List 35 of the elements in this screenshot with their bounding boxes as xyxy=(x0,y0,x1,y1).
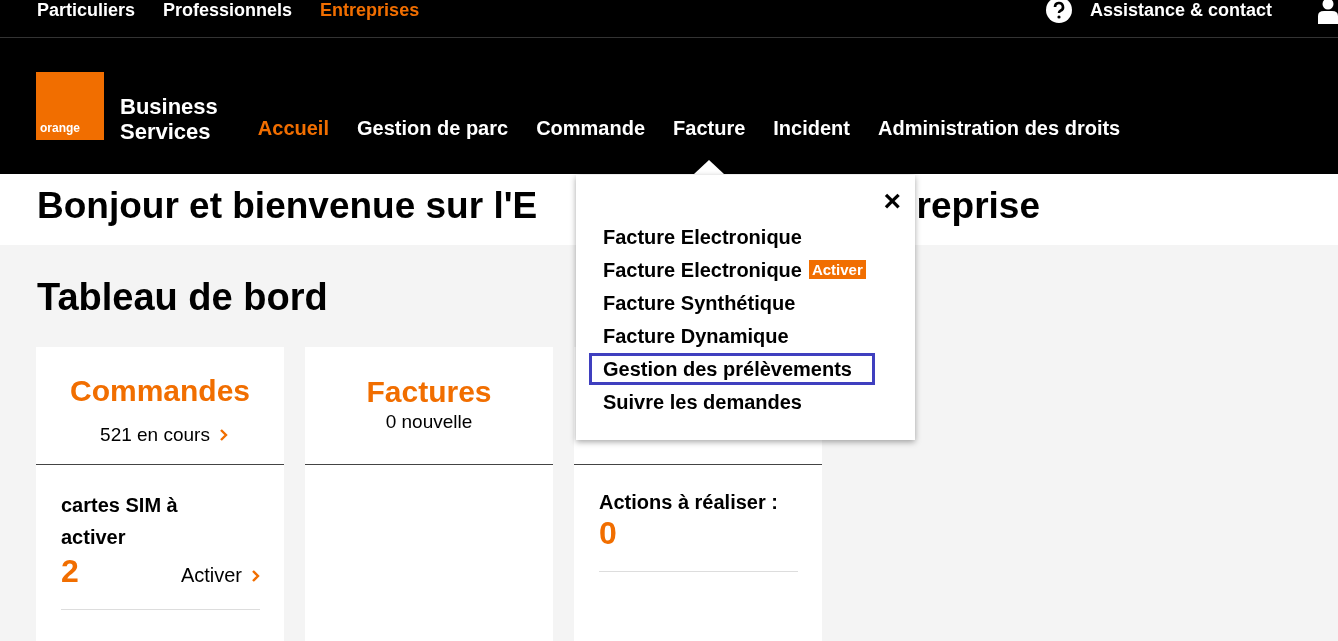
menu-item[interactable]: Facture Electronique xyxy=(589,220,808,253)
card-label: Actions à réaliser : xyxy=(599,490,779,515)
user-icon[interactable] xyxy=(1318,0,1338,24)
menu-item[interactable]: Suivre les demandes xyxy=(589,385,808,418)
brand-name: Business xyxy=(120,94,218,119)
menu-item[interactable]: Facture Electronique xyxy=(589,253,808,286)
card-title: Factures xyxy=(366,374,492,410)
segment-link[interactable]: Particuliers xyxy=(37,0,136,20)
help-link[interactable]: Assistance & contact xyxy=(1089,0,1272,20)
menu-item[interactable]: Facture Dynamique xyxy=(589,319,795,352)
activate-link[interactable]: Activer xyxy=(180,564,260,587)
nav-item[interactable]: Administration des droits xyxy=(877,116,1121,140)
welcome-title: reprise xyxy=(916,184,1040,228)
nav-item[interactable]: Facture xyxy=(673,116,746,140)
segment-link[interactable]: Professionnels xyxy=(163,0,293,20)
card-count: 0 xyxy=(599,515,617,551)
segment-link[interactable]: Entreprises xyxy=(320,0,420,20)
welcome-title: Bonjour et bienvenue sur l'E xyxy=(37,184,538,228)
card-label: cartes SIM à activer xyxy=(61,493,179,550)
nav-item[interactable]: Gestion de parc xyxy=(357,116,509,140)
count-link[interactable]: 521 en cours xyxy=(100,423,228,447)
card-title: Commandes xyxy=(69,373,250,409)
card-subtitle: 0 nouvelle xyxy=(385,410,473,434)
menu-item[interactable]: Facture Synthétique xyxy=(589,286,802,319)
close-button[interactable]: × xyxy=(883,188,901,214)
nav-item[interactable]: Accueil xyxy=(257,116,329,140)
chevron-right-icon xyxy=(252,569,260,582)
brand-name: Services xyxy=(120,119,212,144)
help-icon[interactable] xyxy=(1045,0,1072,23)
logo-text: orange xyxy=(40,122,80,135)
nav-item[interactable]: Incident xyxy=(773,116,850,140)
dashboard-title: Tableau de bord xyxy=(37,275,328,319)
card-count: 2 xyxy=(61,553,79,589)
nav-item[interactable]: Commande xyxy=(536,116,646,140)
menu-item[interactable]: Gestion des prélèvements xyxy=(589,352,875,385)
